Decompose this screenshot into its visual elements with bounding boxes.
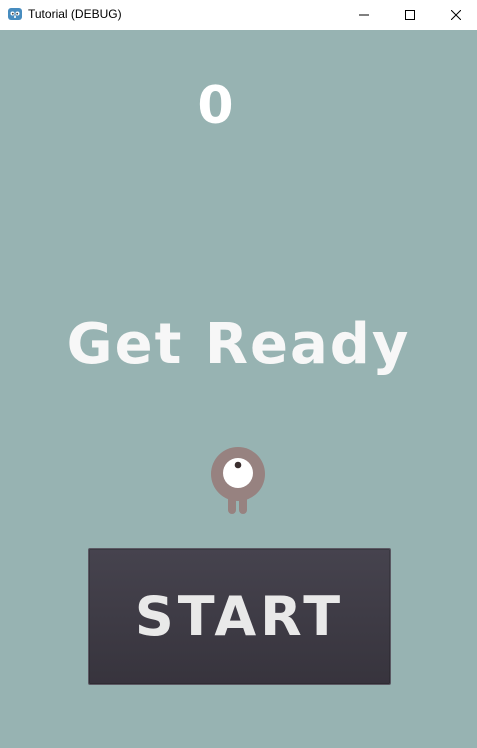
maximize-icon <box>405 10 415 20</box>
window-title: Tutorial (DEBUG) <box>28 7 122 21</box>
close-icon <box>451 10 461 20</box>
player-character-icon <box>211 446 267 516</box>
app-window: Tutorial (DEBUG) 0 Get Ready START <box>0 0 477 748</box>
minimize-icon <box>359 10 369 20</box>
start-button-label: START <box>134 585 345 648</box>
godot-engine-icon <box>7 6 23 22</box>
get-ready-label: Get Ready <box>66 312 411 377</box>
maximize-button[interactable] <box>387 0 433 30</box>
close-button[interactable] <box>433 0 477 30</box>
minimize-button[interactable] <box>341 0 387 30</box>
start-button[interactable]: START <box>88 548 391 685</box>
game-viewport[interactable]: 0 Get Ready START <box>0 30 477 748</box>
title-bar[interactable]: Tutorial (DEBUG) <box>0 0 477 30</box>
score-label: 0 <box>197 76 236 136</box>
